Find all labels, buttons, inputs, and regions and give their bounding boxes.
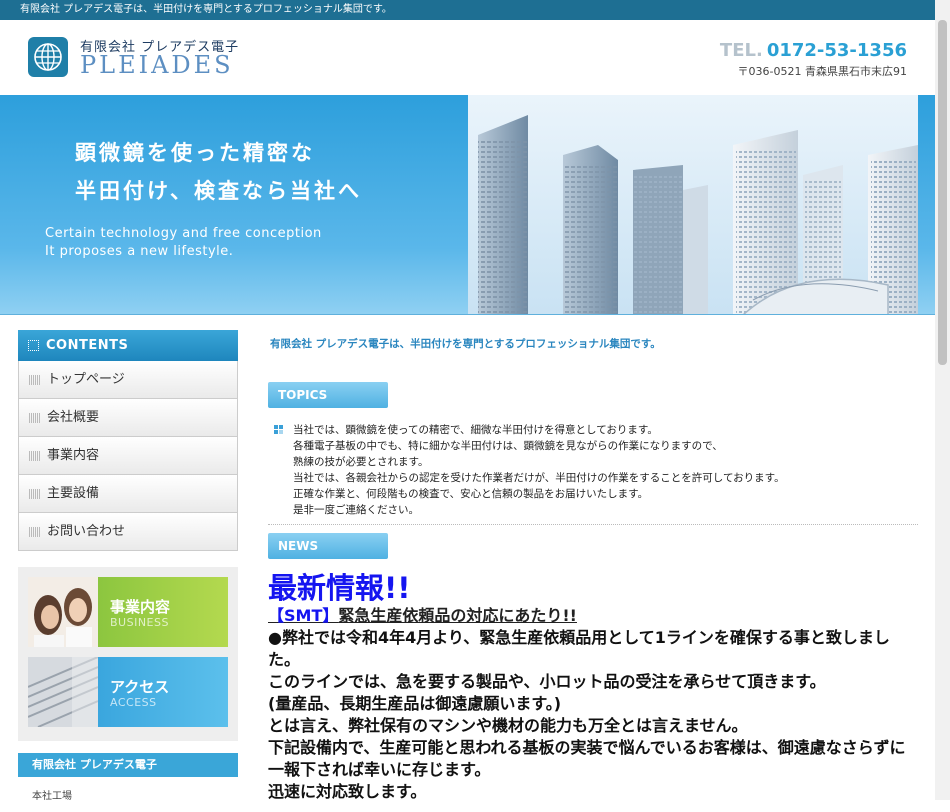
topics-line: 熟練の技が必要とされます。	[293, 456, 429, 468]
hero-copy-line1: 顕微鏡を使った精密な	[75, 141, 315, 165]
city-buildings-photo	[468, 95, 918, 314]
topics-line: 是非一度ご連絡ください。	[293, 504, 419, 516]
dots-icon	[29, 375, 40, 385]
dots-icon	[29, 527, 40, 537]
company-info-box: 有限会社 プレアデス電子 本社工場	[18, 753, 238, 812]
nav-item-label: 事業内容	[47, 448, 100, 463]
nav-item-equipment[interactable]: 主要設備	[18, 475, 238, 513]
hero-banner: 顕微鏡を使った精密な 半田付け、検査なら当社へ Certain technolo…	[0, 95, 935, 315]
news-sub-text: 緊急生産依頼品の対応にあたり!!	[338, 606, 577, 625]
nav-item-business[interactable]: 事業内容	[18, 437, 238, 475]
stairs-photo	[28, 657, 98, 727]
news-heading: NEWS	[268, 533, 388, 559]
tel-number: 0172-53-1356	[766, 40, 907, 61]
top-tagline: 有限会社 プレアデス電子は、半田付けを専門とするプロフェッショナル集団です。	[20, 4, 392, 15]
business-banner-label: 事業内容	[110, 598, 171, 616]
business-banner-en: BUSINESS	[110, 616, 169, 629]
grid-bullet-icon	[274, 425, 283, 434]
dots-icon	[29, 451, 40, 461]
news-subheading[interactable]: 【SMT】緊急生産依頼品の対応にあたり!!	[268, 605, 918, 627]
hero-english-line1: Certain technology and free conception	[45, 226, 322, 241]
dots-icon	[29, 489, 40, 499]
logo-wordmark[interactable]: PLEIADES	[80, 51, 234, 79]
tel-label: TEL.	[719, 40, 763, 61]
nav-item-label: お問い合わせ	[47, 524, 126, 539]
topics-line: 各種電子基板の中でも、特に細かな半田付けは、顕微鏡を見ながらの作業になりますので…	[293, 440, 723, 452]
company-info-heading: 有限会社 プレアデス電子	[18, 753, 238, 777]
topics-line: 当社では、顕微鏡を使っての精密で、細微な半田付けを得意としております。	[293, 424, 658, 436]
access-banner-en: ACCESS	[110, 696, 157, 709]
news-title: 最新情報!!	[268, 571, 411, 605]
access-banner-label: アクセス	[110, 678, 170, 696]
contents-heading: CONTENTS	[18, 330, 238, 361]
company-info-line: 本社工場	[32, 791, 72, 802]
top-tagline-bar: 有限会社 プレアデス電子は、半田付けを専門とするプロフェッショナル集団です。	[0, 0, 935, 20]
news-paragraph: (量産品、長期生産品は御遠慮願います。)	[268, 694, 562, 713]
banner-box: 事業内容 BUSINESS アクセス ACCESS	[18, 567, 238, 741]
topics-heading: TOPICS	[268, 382, 388, 408]
contents-heading-label: CONTENTS	[46, 338, 129, 353]
topics-line: 当社では、各親会社からの認定を受けた作業者だけが、半田付けの作業をすることを許可…	[293, 472, 785, 484]
hero-english-line2: It proposes a new lifestyle.	[45, 244, 234, 259]
nav-item-label: 会社概要	[47, 410, 100, 425]
nav-item-top[interactable]: トップページ	[18, 361, 238, 399]
address: 〒036-0521 青森県黒石市末広91	[737, 65, 907, 78]
nav-item-label: トップページ	[47, 372, 125, 387]
sidebar: CONTENTS トップページ 会社概要 事業内容 主要設備 お問い合わせ 事業…	[18, 330, 238, 812]
news-paragraph: 下記設備内で、生産可能と思われる基板の実装で悩んでいるお客様は、御遠慮なさらずに…	[268, 738, 906, 779]
globe-icon[interactable]	[28, 37, 68, 77]
news-paragraph: ●弊社では令和4年4月より、緊急生産依頼品用として1ラインを確保する事と致しまし…	[268, 628, 890, 669]
nav-item-label: 主要設備	[47, 486, 100, 501]
news-sub-tag: 【SMT】	[268, 606, 339, 625]
hero-copy-line2: 半田付け、検査なら当社へ	[75, 179, 362, 203]
news-body: 最新情報!! 【SMT】緊急生産依頼品の対応にあたり!! ●弊社では令和4年4月…	[268, 571, 918, 803]
news-paragraph: このラインでは、急を要する製品や、小ロット品の受注を承らせて頂きます。	[268, 672, 826, 691]
business-banner[interactable]: 事業内容 BUSINESS	[28, 577, 228, 647]
main-content: 有限会社 プレアデス電子は、半田付けを専門とするプロフェッショナル集団です。 T…	[268, 330, 918, 803]
intro-text: 有限会社 プレアデス電子は、半田付けを専門とするプロフェッショナル集団です。	[270, 338, 661, 350]
scrollbar-thumb[interactable]	[938, 20, 947, 365]
nav-item-contact[interactable]: お問い合わせ	[18, 513, 238, 551]
square-icon	[28, 340, 39, 351]
phone-number: TEL. 0172-53-1356	[720, 40, 907, 61]
access-banner[interactable]: アクセス ACCESS	[28, 657, 228, 727]
operators-photo	[28, 577, 98, 647]
site-header: 有限会社 プレアデス電子 PLEIADES TEL. 0172-53-1356 〒…	[0, 20, 935, 95]
topics-line: 正確な作業と、何段階もの検査で、安心と信頼の製品をお届けいたします。	[293, 488, 649, 500]
nav-item-company[interactable]: 会社概要	[18, 399, 238, 437]
news-paragraph: とは言え、弊社保有のマシンや機材の能力も万全とは言えません。	[268, 716, 748, 735]
topics-body: 当社では、顕微鏡を使っての精密で、細微な半田付けを得意としております。 各種電子…	[268, 422, 918, 525]
dots-icon	[29, 413, 40, 423]
